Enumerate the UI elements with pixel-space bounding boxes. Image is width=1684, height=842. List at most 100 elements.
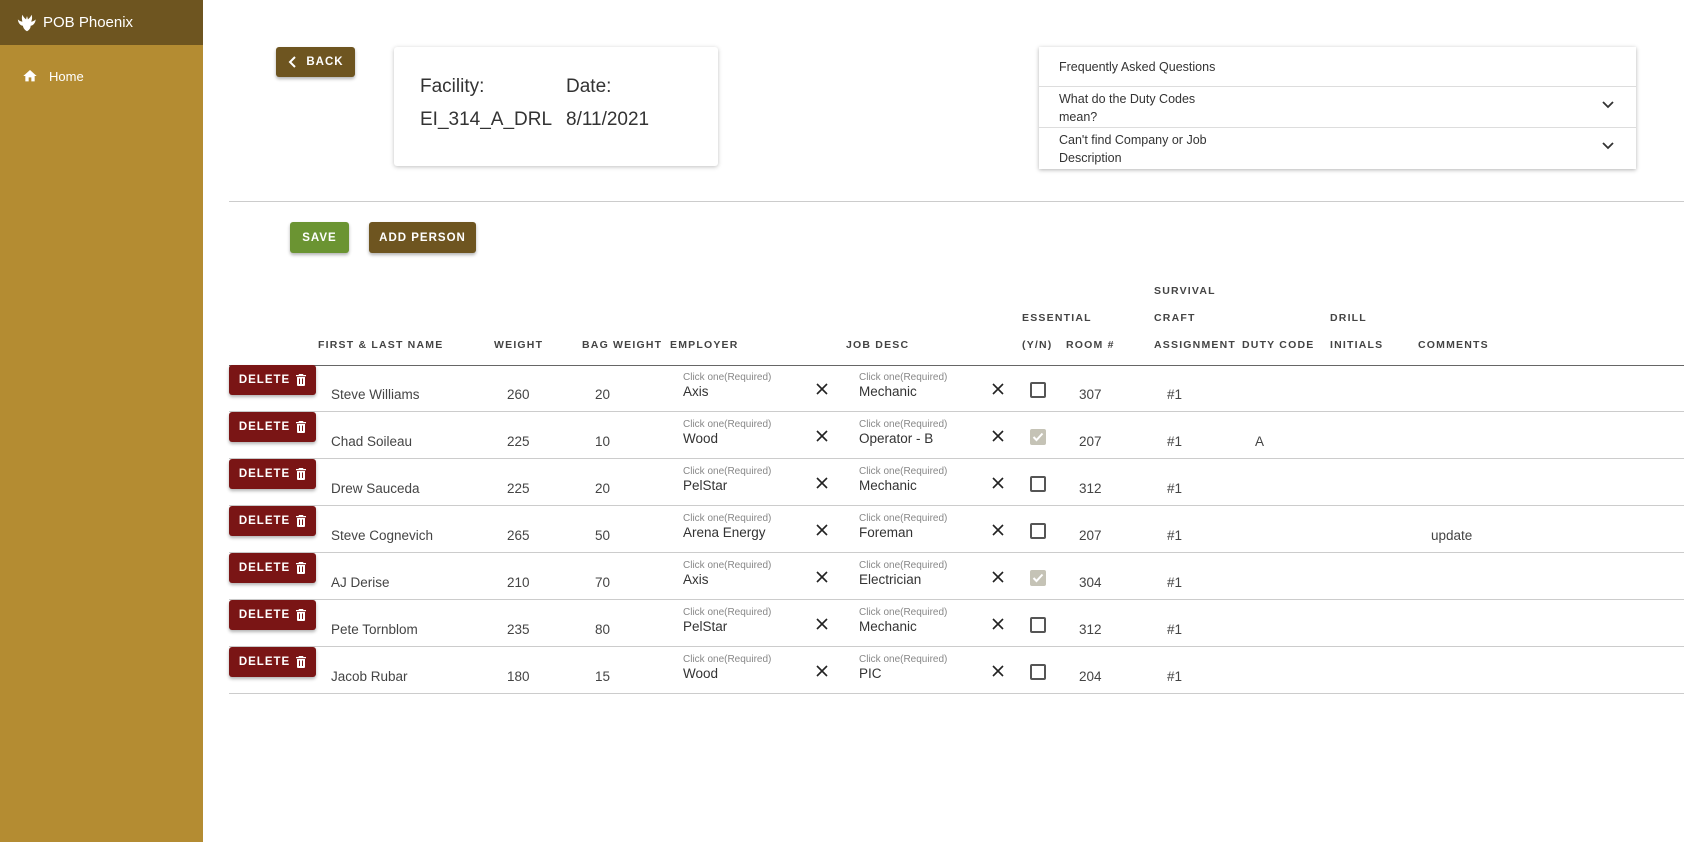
bag-weight-field[interactable]: 70	[582, 553, 664, 600]
comments-field[interactable]: update	[1418, 506, 1666, 553]
chevron-down-icon	[1602, 142, 1614, 150]
comments-field[interactable]	[1418, 647, 1666, 694]
room-field[interactable]: 204	[1066, 647, 1148, 694]
name-field[interactable]: Jacob Rubar	[318, 647, 482, 694]
name-field[interactable]: Chad Soileau	[318, 412, 482, 459]
col-header-essential: Essential	[1022, 312, 1092, 324]
comments-field[interactable]	[1418, 459, 1666, 506]
survival-craft-field[interactable]: #1	[1154, 412, 1236, 459]
drill-initials-field[interactable]	[1330, 600, 1412, 647]
add-person-button[interactable]: Add Person	[369, 222, 476, 253]
survival-craft-field[interactable]: #1	[1154, 647, 1236, 694]
essential-checkbox[interactable]	[1030, 523, 1046, 539]
survival-craft-field[interactable]: #1	[1154, 553, 1236, 600]
clear-job-desc-icon[interactable]	[991, 570, 1007, 586]
delete-button[interactable]: Delete	[229, 553, 316, 583]
clear-employer-icon[interactable]	[815, 523, 831, 539]
duty-code-field[interactable]	[1242, 459, 1324, 506]
comments-field[interactable]	[1418, 365, 1666, 412]
clear-employer-icon[interactable]	[815, 476, 831, 492]
facility-label: Facility:	[420, 76, 485, 97]
name-field[interactable]: Steve Cognevich	[318, 506, 482, 553]
bag-weight-field[interactable]: 15	[582, 647, 664, 694]
clear-job-desc-icon[interactable]	[991, 476, 1007, 492]
clear-job-desc-icon[interactable]	[991, 382, 1007, 398]
name-field[interactable]: Drew Sauceda	[318, 459, 482, 506]
delete-button[interactable]: Delete	[229, 506, 316, 536]
delete-button[interactable]: Delete	[229, 647, 316, 677]
faq-item-duty-codes[interactable]: What do the Duty Codes mean?	[1039, 87, 1636, 128]
name-field[interactable]: AJ Derise	[318, 553, 482, 600]
delete-label: Delete	[238, 374, 291, 386]
survival-craft-value: #1	[1167, 481, 1183, 496]
comments-field[interactable]	[1418, 412, 1666, 459]
drill-initials-field[interactable]	[1330, 412, 1412, 459]
drill-initials-field[interactable]	[1330, 553, 1412, 600]
weight-field[interactable]: 210	[494, 553, 576, 600]
weight-field[interactable]: 225	[494, 412, 576, 459]
delete-label: Delete	[238, 468, 291, 480]
room-field[interactable]: 312	[1066, 459, 1148, 506]
back-label: Back	[306, 56, 344, 68]
clear-employer-icon[interactable]	[815, 429, 831, 445]
employer-placeholder: Click one(Required)	[683, 466, 772, 477]
save-button[interactable]: Save	[290, 222, 349, 253]
weight-field[interactable]: 265	[494, 506, 576, 553]
comments-field[interactable]	[1418, 553, 1666, 600]
clear-job-desc-icon[interactable]	[991, 523, 1007, 539]
essential-checkbox[interactable]	[1030, 382, 1046, 398]
clear-employer-icon[interactable]	[815, 617, 831, 633]
bag-weight-field[interactable]: 80	[582, 600, 664, 647]
duty-code-field[interactable]: A	[1242, 412, 1324, 459]
duty-code-field[interactable]	[1242, 600, 1324, 647]
room-field[interactable]: 207	[1066, 412, 1148, 459]
clear-employer-icon[interactable]	[815, 664, 831, 680]
bag-weight-field[interactable]: 20	[582, 365, 664, 412]
faq-title: Frequently Asked Questions	[1039, 47, 1636, 87]
comments-field[interactable]	[1418, 600, 1666, 647]
essential-checkbox[interactable]	[1030, 617, 1046, 633]
drill-initials-field[interactable]	[1330, 459, 1412, 506]
clear-job-desc-icon[interactable]	[991, 617, 1007, 633]
survival-craft-field[interactable]: #1	[1154, 600, 1236, 647]
survival-craft-field[interactable]: #1	[1154, 506, 1236, 553]
weight-field[interactable]: 235	[494, 600, 576, 647]
duty-code-field[interactable]	[1242, 553, 1324, 600]
name-field[interactable]: Steve Williams	[318, 365, 482, 412]
weight-field[interactable]: 225	[494, 459, 576, 506]
faq-item-company-job[interactable]: Can't find Company or Job Description	[1039, 128, 1636, 169]
survival-craft-field[interactable]: #1	[1154, 365, 1236, 412]
bag-weight-field[interactable]: 10	[582, 412, 664, 459]
bag-weight-field[interactable]: 20	[582, 459, 664, 506]
essential-checkbox[interactable]	[1030, 570, 1046, 586]
delete-button[interactable]: Delete	[229, 412, 316, 442]
delete-button[interactable]: Delete	[229, 365, 316, 395]
duty-code-field[interactable]	[1242, 647, 1324, 694]
drill-initials-field[interactable]	[1330, 506, 1412, 553]
clear-job-desc-icon[interactable]	[991, 429, 1007, 445]
sidebar-item-home[interactable]: Home	[22, 68, 84, 84]
essential-checkbox[interactable]	[1030, 664, 1046, 680]
clear-job-desc-icon[interactable]	[991, 664, 1007, 680]
clear-employer-icon[interactable]	[815, 382, 831, 398]
clear-employer-icon[interactable]	[815, 570, 831, 586]
delete-button[interactable]: Delete	[229, 600, 316, 630]
weight-field[interactable]: 260	[494, 365, 576, 412]
bag-weight-field[interactable]: 50	[582, 506, 664, 553]
essential-checkbox[interactable]	[1030, 476, 1046, 492]
duty-code-field[interactable]	[1242, 365, 1324, 412]
name-field[interactable]: Pete Tornblom	[318, 600, 482, 647]
weight-field[interactable]: 180	[494, 647, 576, 694]
survival-craft-field[interactable]: #1	[1154, 459, 1236, 506]
delete-button[interactable]: Delete	[229, 459, 316, 489]
duty-code-field[interactable]	[1242, 506, 1324, 553]
room-field[interactable]: 207	[1066, 506, 1148, 553]
room-field[interactable]: 307	[1066, 365, 1148, 412]
drill-initials-field[interactable]	[1330, 365, 1412, 412]
essential-checkbox[interactable]	[1030, 429, 1046, 445]
back-button[interactable]: Back	[276, 47, 355, 77]
drill-initials-field[interactable]	[1330, 647, 1412, 694]
room-field[interactable]: 304	[1066, 553, 1148, 600]
room-field[interactable]: 312	[1066, 600, 1148, 647]
app-header: POB Phoenix	[0, 0, 203, 45]
